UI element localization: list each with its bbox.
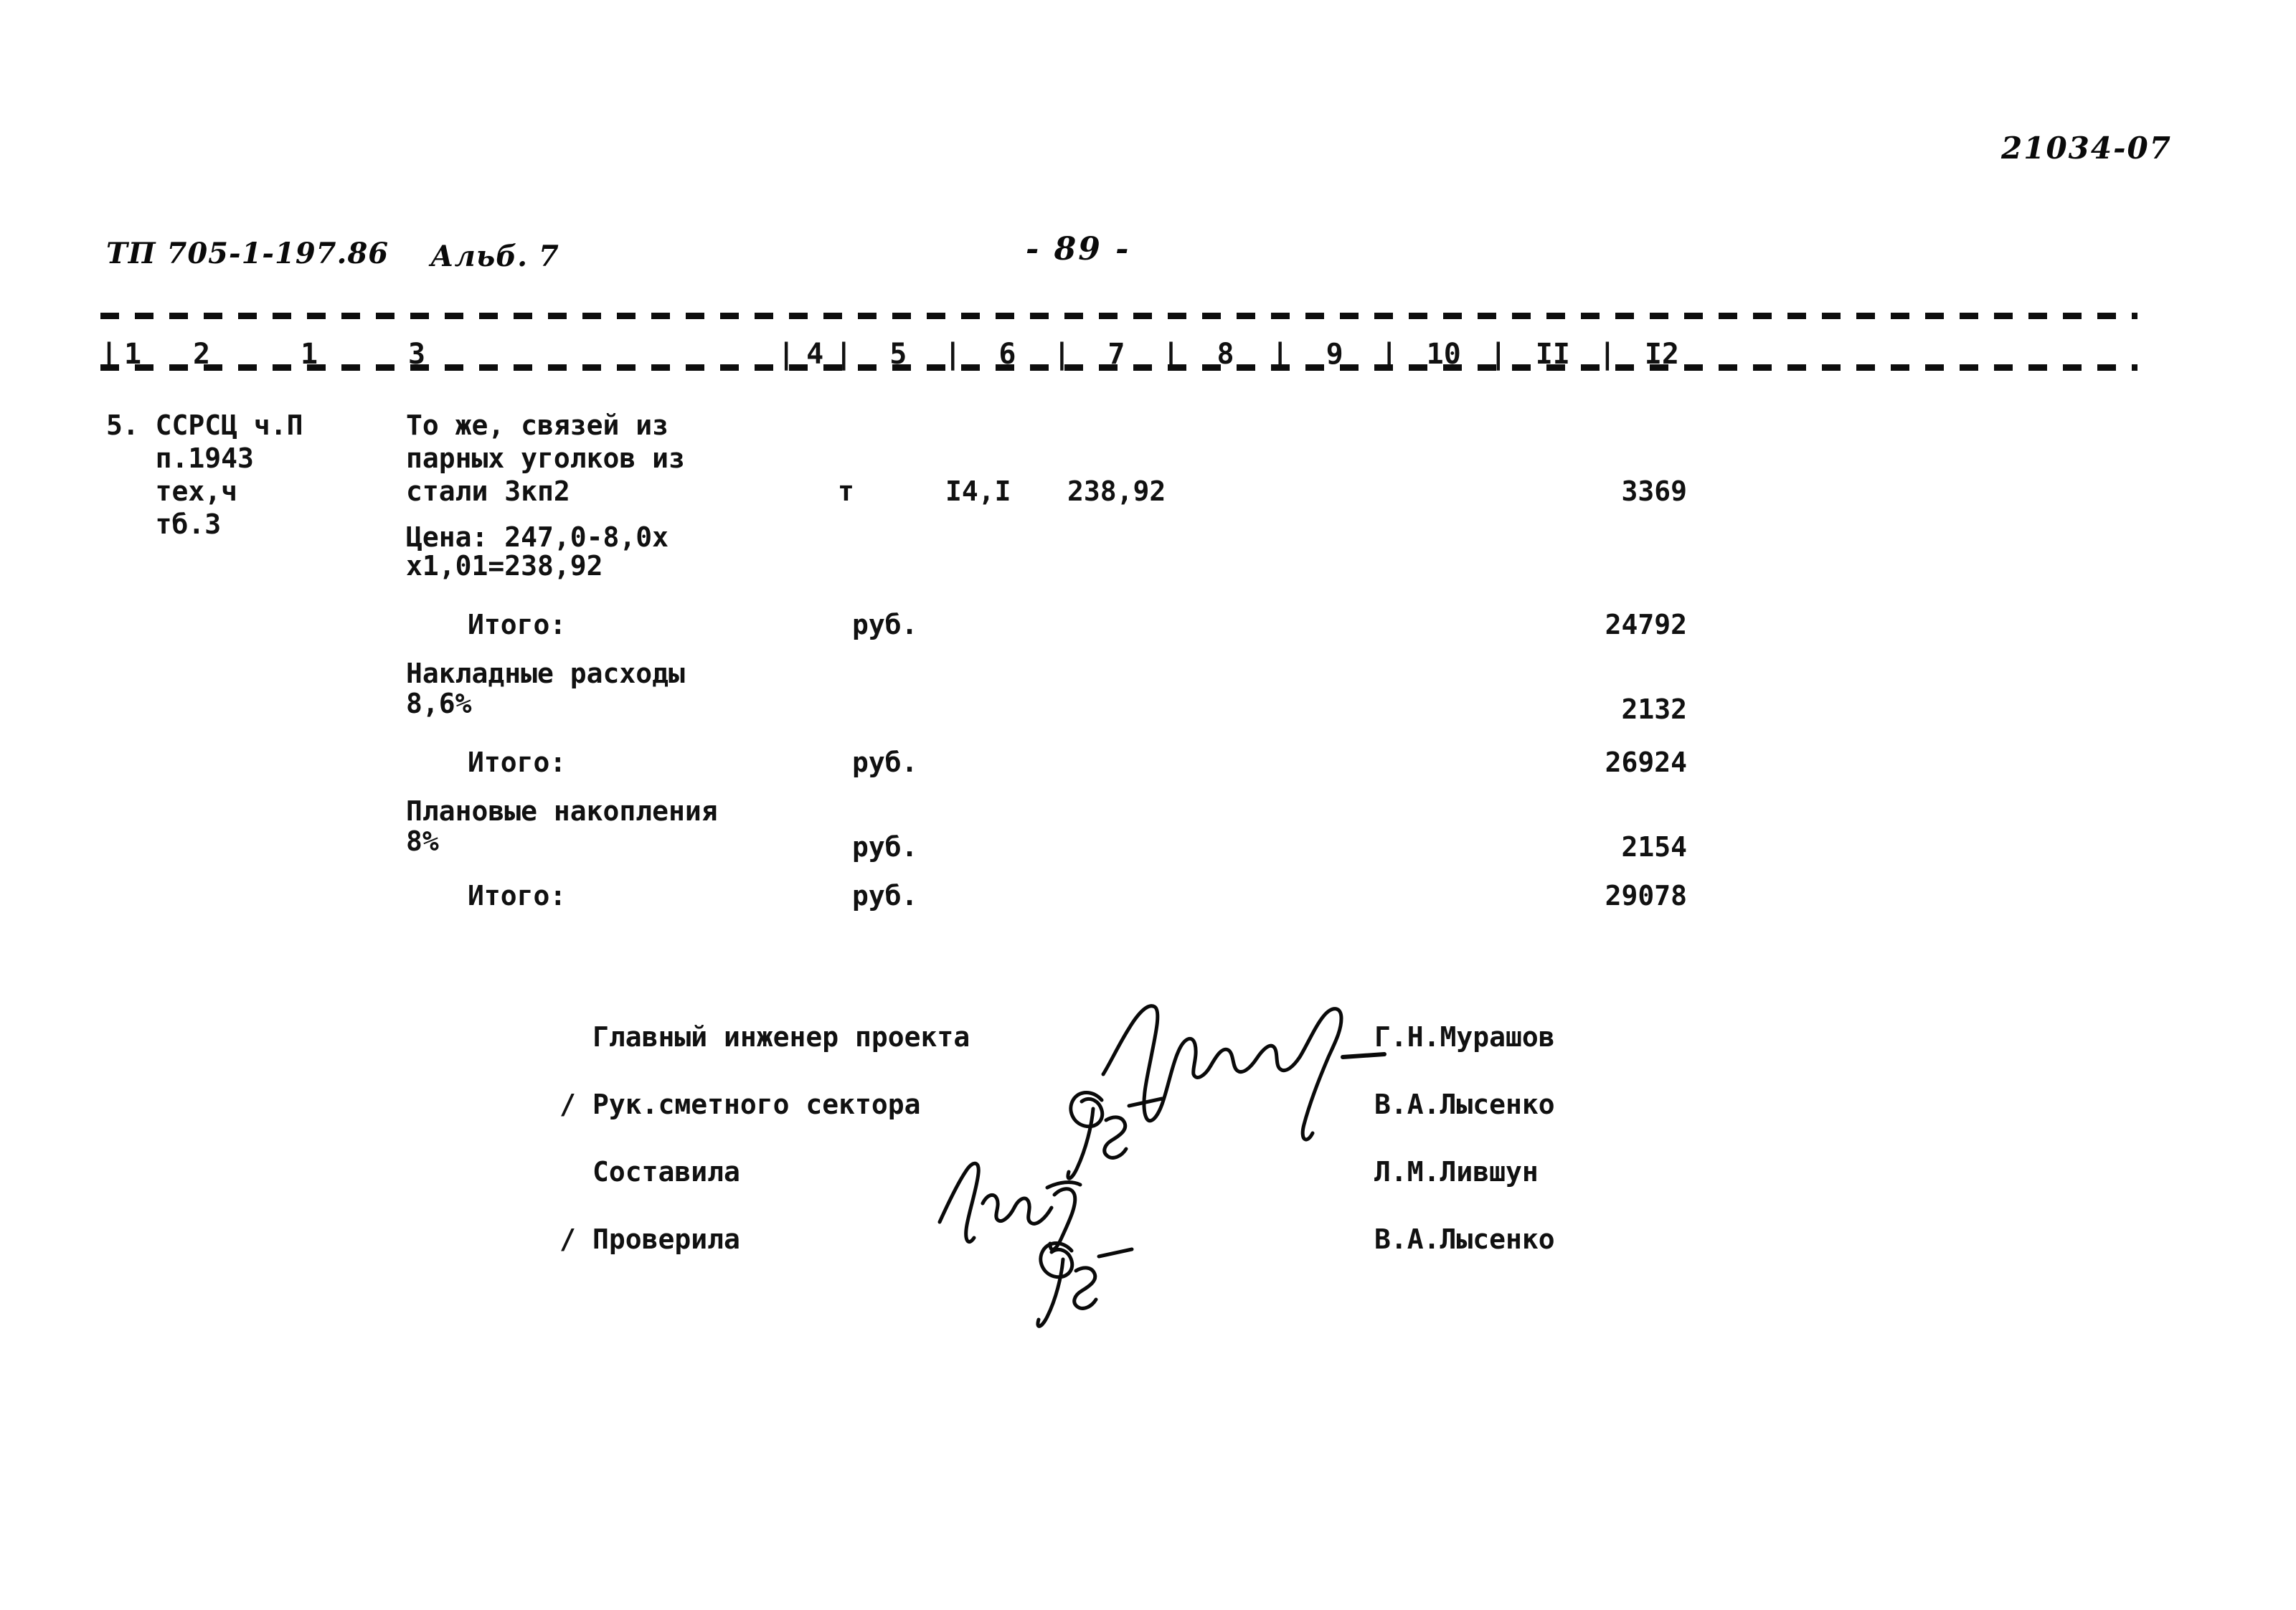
- signature-role-1: Главный инженер проекта: [592, 1021, 970, 1053]
- summary-amount-2: 2132: [1621, 693, 1687, 725]
- album-stamp: Альб. 7: [430, 240, 559, 273]
- row-description-line-2: парных уголков из: [406, 442, 685, 474]
- summary-amount-3: 26924: [1605, 747, 1687, 778]
- summary-amount-1: 24792: [1605, 609, 1687, 640]
- row-reference-line-3: тех,ч: [106, 475, 238, 507]
- document-page: 21034-07 ТП 705-1-197.86 Альб. 7 - 89 - …: [0, 0, 2296, 1610]
- row-quantity: I4,I: [945, 475, 1011, 507]
- row-reference-line-2: п.1943: [106, 442, 254, 474]
- signature-name-4: В.А.Лысенко: [1374, 1223, 1555, 1255]
- page-number: - 89 -: [1026, 231, 1131, 267]
- row-price: 238,92: [1067, 475, 1166, 507]
- summary-label-2: Накладные расходы: [406, 658, 685, 689]
- summary-sublabel-4: 8%: [406, 825, 439, 857]
- signature-role-2: Рук.сметного сектора: [592, 1089, 921, 1120]
- summary-unit-1: руб.: [852, 609, 918, 640]
- row-unit: т: [838, 475, 854, 507]
- summary-label-5: Итого:: [468, 880, 567, 911]
- row-reference-line-1: 5. ССРСЦ ч.П: [106, 409, 303, 441]
- summary-label-3: Итого:: [468, 747, 567, 778]
- summary-amount-5: 29078: [1605, 880, 1687, 911]
- signature-name-3: Л.М.Лившун: [1374, 1156, 1539, 1188]
- archive-number: 21034-07: [2001, 131, 2172, 166]
- summary-unit-4: руб.: [852, 831, 918, 863]
- table-top-rule: [100, 313, 2137, 319]
- handwritten-signature-checker: [1030, 1219, 1195, 1334]
- summary-sublabel-2: 8,6%: [406, 688, 472, 719]
- row-reference-line-4: тб.3: [106, 508, 222, 540]
- row-description-line-3: стали 3кп2: [406, 475, 570, 507]
- summary-amount-4: 2154: [1621, 831, 1687, 863]
- row-price-note-line-2: х1,01=238,92: [406, 550, 603, 582]
- signature-slash-2: /: [559, 1089, 576, 1120]
- signature-slash-4: /: [559, 1223, 576, 1255]
- row-amount: 3369: [1621, 475, 1687, 507]
- signature-row-estimate-head: / Рук.сметного сектора В.А.Лысенко: [559, 1089, 1555, 1156]
- signature-name-2: В.А.Лысенко: [1374, 1089, 1555, 1120]
- summary-label-4: Плановые накопления: [406, 795, 718, 827]
- table-bottom-rule: [100, 364, 2137, 371]
- summary-unit-5: руб.: [852, 880, 918, 911]
- project-stamp: ТП 705-1-197.86: [106, 237, 389, 270]
- row-description-line-1: То же, связей из: [406, 409, 669, 441]
- signature-row-chief-engineer: Главный инженер проекта Г.Н.Мурашов: [559, 1021, 1555, 1089]
- summary-unit-3: руб.: [852, 747, 918, 778]
- signature-name-1: Г.Н.Мурашов: [1374, 1021, 1555, 1053]
- summary-label-1: Итого:: [468, 609, 567, 640]
